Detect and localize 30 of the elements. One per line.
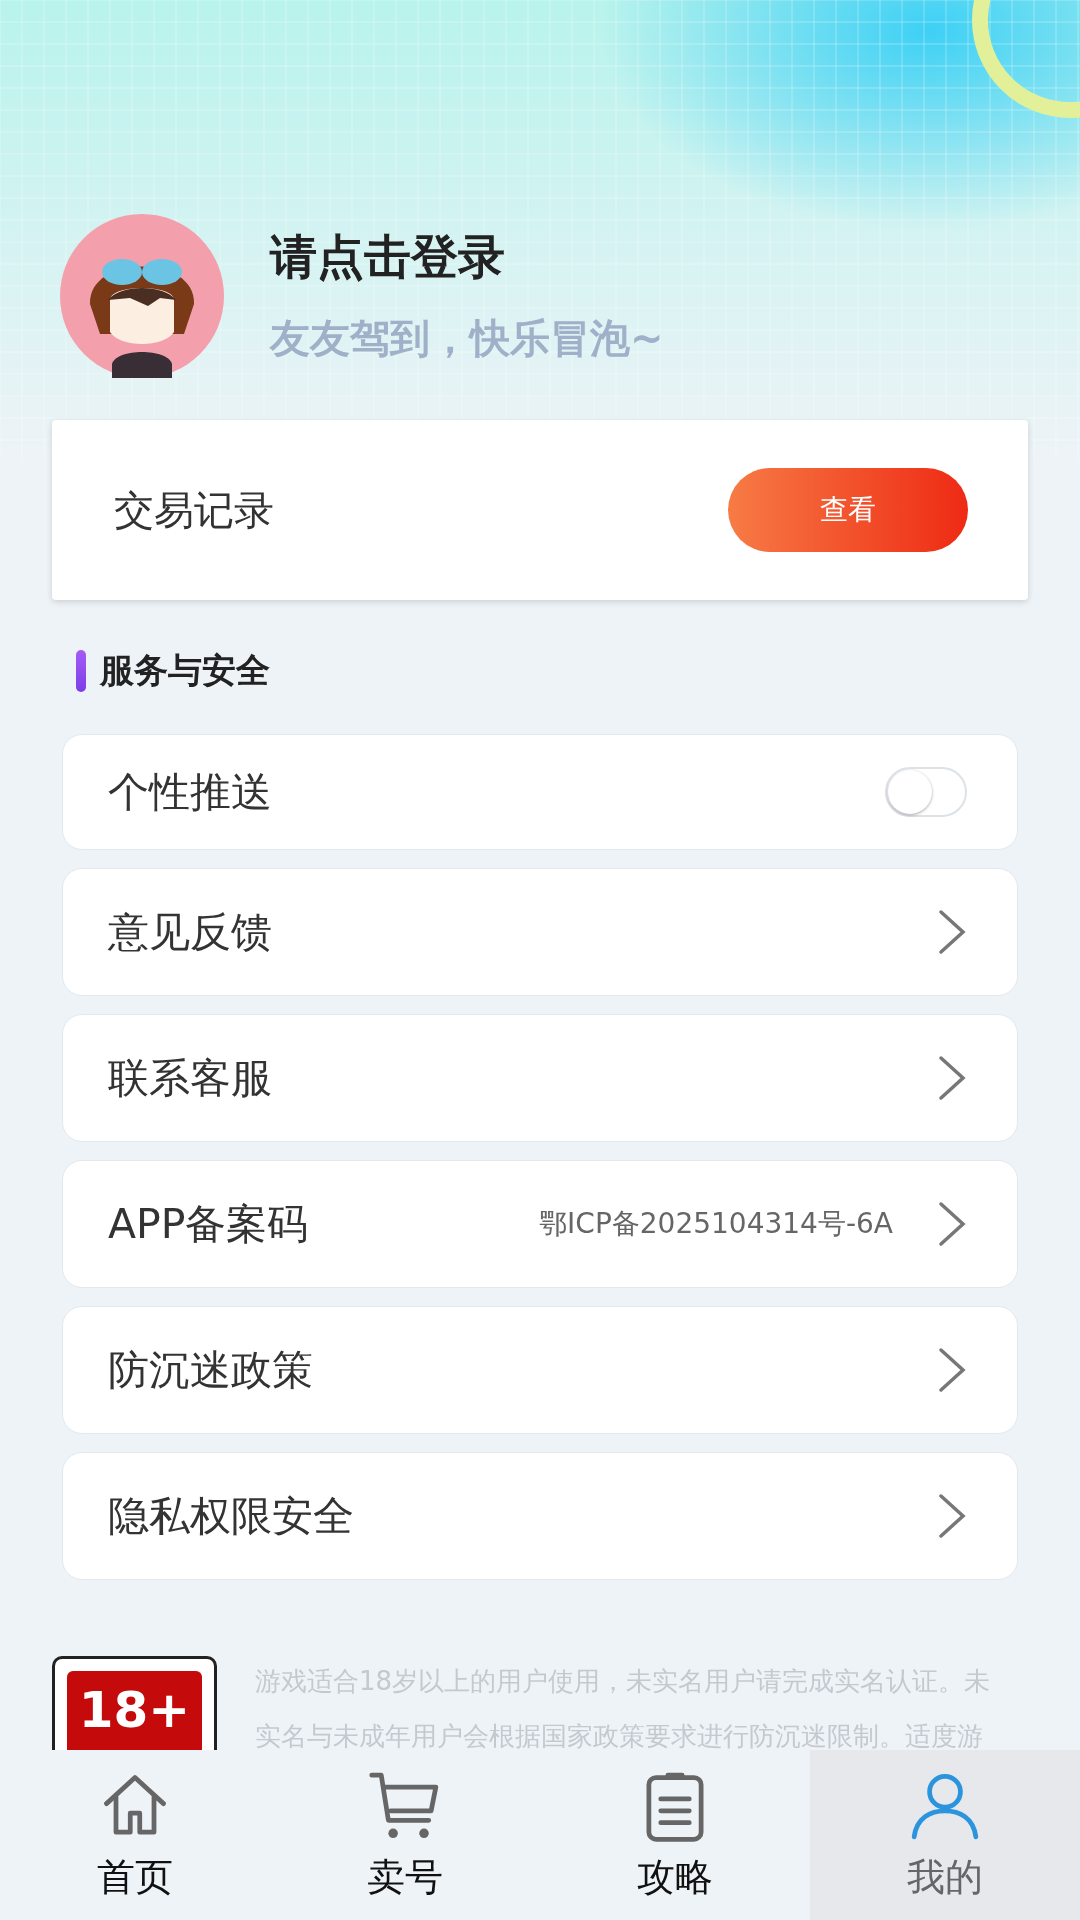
settings-row[interactable]: 意见反馈 <box>62 868 1018 996</box>
row-label: 隐私权限安全 <box>108 1490 355 1542</box>
section-title: 服务与安全 <box>100 649 270 692</box>
profile-subtitle: 友友驾到，快乐冒泡~ <box>270 314 664 363</box>
chevron-icon <box>937 1492 967 1540</box>
section-marker <box>76 650 86 692</box>
row-label: 个性推送 <box>108 766 273 818</box>
age-rating-text: 18+ <box>78 1685 191 1735</box>
settings-row[interactable]: 隐私权限安全 <box>62 1452 1018 1580</box>
row-label: 防沉迷政策 <box>108 1344 314 1396</box>
settings-row[interactable]: APP备案码 鄂ICP备2025104314号-6A <box>62 1160 1018 1288</box>
row-value: 鄂ICP备2025104314号-6A <box>539 1206 893 1242</box>
settings-row[interactable]: 联系客服 <box>62 1014 1018 1142</box>
chevron-icon <box>937 1054 967 1102</box>
chevron-icon <box>937 908 967 956</box>
trade-label: 交易记录 <box>114 485 274 535</box>
row-label: 联系客服 <box>108 1052 273 1104</box>
settings-row[interactable]: 个性推送 <box>62 734 1018 850</box>
login-prompt[interactable]: 请点击登录 <box>270 226 664 289</box>
nav-tab[interactable]: 我的 <box>810 1750 1080 1920</box>
row-label: APP备案码 <box>108 1198 310 1250</box>
nav-tab[interactable]: 攻略 <box>540 1750 810 1920</box>
settings-row[interactable]: 防沉迷政策 <box>62 1306 1018 1434</box>
view-button[interactable]: 查看 <box>728 468 968 552</box>
row-label: 意见反馈 <box>108 906 273 958</box>
nav-tab[interactable]: 首页 <box>0 1750 270 1920</box>
toggle-switch[interactable] <box>885 767 967 817</box>
chevron-icon <box>937 1200 967 1248</box>
chevron-icon <box>937 1346 967 1394</box>
nav-tab[interactable]: 卖号 <box>270 1750 540 1920</box>
